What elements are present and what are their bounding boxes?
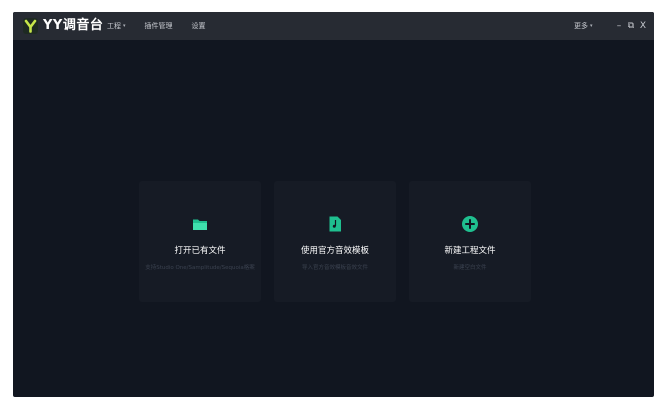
restore-button[interactable]: ⧉: [625, 12, 637, 40]
more-label: 更多: [574, 22, 588, 30]
menu-bar: 工程 ▾ 插件管理 设置: [107, 12, 225, 40]
window-controls: – ⧉ X: [613, 12, 649, 40]
chevron-down-icon: ▾: [123, 23, 126, 29]
close-button[interactable]: X: [637, 12, 649, 40]
app-title: YY调音台: [43, 18, 104, 33]
new-project-title: 新建工程文件: [444, 246, 496, 256]
menu-project-label: 工程: [107, 22, 121, 30]
official-template-title: 使用官方音效模板: [300, 246, 369, 256]
more-menu[interactable]: 更多 ▾: [574, 12, 593, 40]
menu-settings[interactable]: 设置: [192, 21, 206, 31]
folder-icon: [193, 219, 207, 230]
minimize-button[interactable]: –: [613, 12, 625, 40]
title-bar: YY调音台 工程 ▾ 插件管理 设置 更多 ▾ – ⧉ X: [13, 12, 654, 40]
official-template-description: 导入官方音效模板音效文件: [301, 265, 368, 271]
menu-plugin-manager-label: 插件管理: [144, 22, 173, 30]
logo-icon: [23, 18, 38, 34]
menu-plugin-manager[interactable]: 插件管理: [145, 21, 173, 31]
app-window: YY调音台 工程 ▾ 插件管理 设置 更多 ▾ – ⧉ X 打开已有文件 支持S…: [13, 12, 654, 397]
app-logo: YY调音台: [23, 17, 103, 35]
menu-project[interactable]: 工程 ▾: [107, 21, 126, 31]
add-circle-icon: [462, 216, 478, 232]
open-file-title: 打开已有文件: [174, 246, 226, 256]
official-template-card[interactable]: 使用官方音效模板 导入官方音效模板音效文件: [274, 181, 396, 302]
music-file-icon: [329, 216, 341, 232]
new-project-description: 新建空白文件: [453, 265, 487, 271]
new-project-card[interactable]: 新建工程文件 新建空白文件: [409, 181, 531, 302]
menu-settings-label: 设置: [191, 22, 206, 30]
open-file-card[interactable]: 打开已有文件 支持Studio One/Samplitude/Sequoia格案: [139, 181, 261, 302]
chevron-down-icon: ▾: [590, 23, 593, 29]
start-options: 打开已有文件 支持Studio One/Samplitude/Sequoia格案…: [139, 181, 531, 302]
open-file-description: 支持Studio One/Samplitude/Sequoia格案: [145, 265, 255, 271]
